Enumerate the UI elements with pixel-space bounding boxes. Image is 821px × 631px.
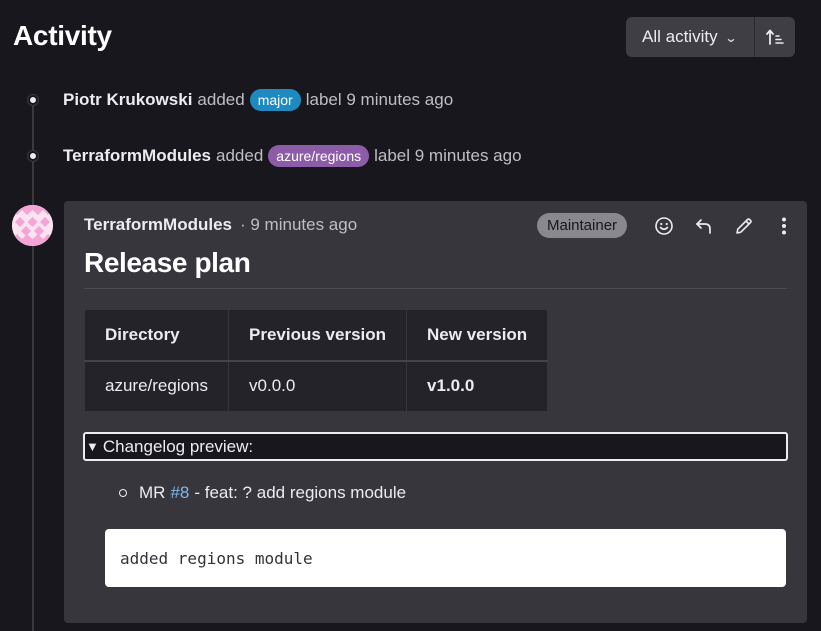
merge-request-link[interactable]: #8 [170, 483, 189, 503]
page-title: Activity [13, 20, 112, 51]
table-row: azure/regions v0.0.0 v1.0.0 [83, 360, 549, 412]
smiley-icon [655, 217, 673, 235]
timeline-line [32, 100, 34, 631]
event-author-link[interactable]: Piotr Krukowski [63, 90, 192, 110]
event-suffix: label 9 minutes ago [305, 90, 454, 109]
cell-previous-version: v0.0.0 [228, 360, 408, 412]
activity-filter-group: All activity ⌄ [626, 17, 795, 57]
table-header-previous-version: Previous version [228, 309, 408, 362]
label-badge[interactable]: major [249, 89, 301, 111]
triangle-down-icon: ▼ [86, 439, 99, 454]
cell-new-version: v1.0.0 [406, 360, 549, 412]
activity-filter-label: All activity [642, 27, 718, 46]
circle-bullet-icon [119, 489, 127, 497]
activity-page: Activity All activity ⌄ Piotr Krukowski … [0, 0, 821, 631]
comment-header: TerraformModules · 9 minutes ago [84, 215, 357, 235]
timeline-dot-icon [28, 95, 38, 105]
event-suffix: label 9 minutes ago [374, 146, 522, 165]
event-text: Piotr Krukowski added major label 9 minu… [63, 89, 453, 111]
chevron-down-icon: ⌄ [724, 31, 738, 45]
table-header-new-version: New version [406, 309, 549, 362]
release-table: Directory Previous version New version a… [83, 309, 549, 412]
table-header-directory: Directory [83, 309, 230, 362]
list-item: MR #8 - feat: ? add regions module [119, 483, 406, 503]
avatar[interactable] [12, 205, 53, 246]
identicon-icon [12, 205, 53, 246]
details-summary-label: Changelog preview: [102, 436, 254, 456]
edit-button[interactable] [724, 213, 764, 239]
code-block: added regions module [105, 529, 786, 587]
add-reaction-button[interactable] [644, 213, 684, 239]
comment-timestamp[interactable]: · 9 minutes ago [240, 215, 357, 235]
changelog-text: - feat: ? add regions module [194, 483, 407, 502]
comment-actions [644, 213, 804, 239]
reply-button[interactable] [684, 213, 724, 239]
sort-ascending-icon [765, 29, 784, 45]
release-plan-heading: Release plan [84, 247, 251, 278]
table-header-row: Directory Previous version New version [83, 309, 549, 362]
pencil-icon [736, 218, 752, 234]
event-author-link[interactable]: TerraformModules [63, 146, 211, 166]
activity-filter-dropdown[interactable]: All activity ⌄ [626, 17, 755, 57]
changelog-details-toggle[interactable]: ▼ Changelog preview: [83, 432, 788, 461]
heading-divider [84, 288, 787, 289]
more-vertical-icon [782, 217, 786, 235]
role-badge: Maintainer [537, 213, 628, 238]
timeline-dot-icon [28, 151, 38, 161]
event-action: added [197, 90, 245, 109]
cell-directory: azure/regions [83, 360, 230, 412]
comment-card: TerraformModules · 9 minutes ago Maintai… [64, 201, 807, 623]
event-text: TerraformModules added azure/regions lab… [63, 145, 522, 167]
event-action: added [216, 146, 264, 165]
reply-icon [696, 219, 711, 234]
more-actions-button[interactable] [764, 213, 804, 239]
comment-author-link[interactable]: TerraformModules [84, 215, 232, 235]
label-badge[interactable]: azure/regions [268, 145, 370, 167]
changelog-prefix: MR [139, 483, 166, 502]
sort-order-button[interactable] [755, 17, 795, 57]
